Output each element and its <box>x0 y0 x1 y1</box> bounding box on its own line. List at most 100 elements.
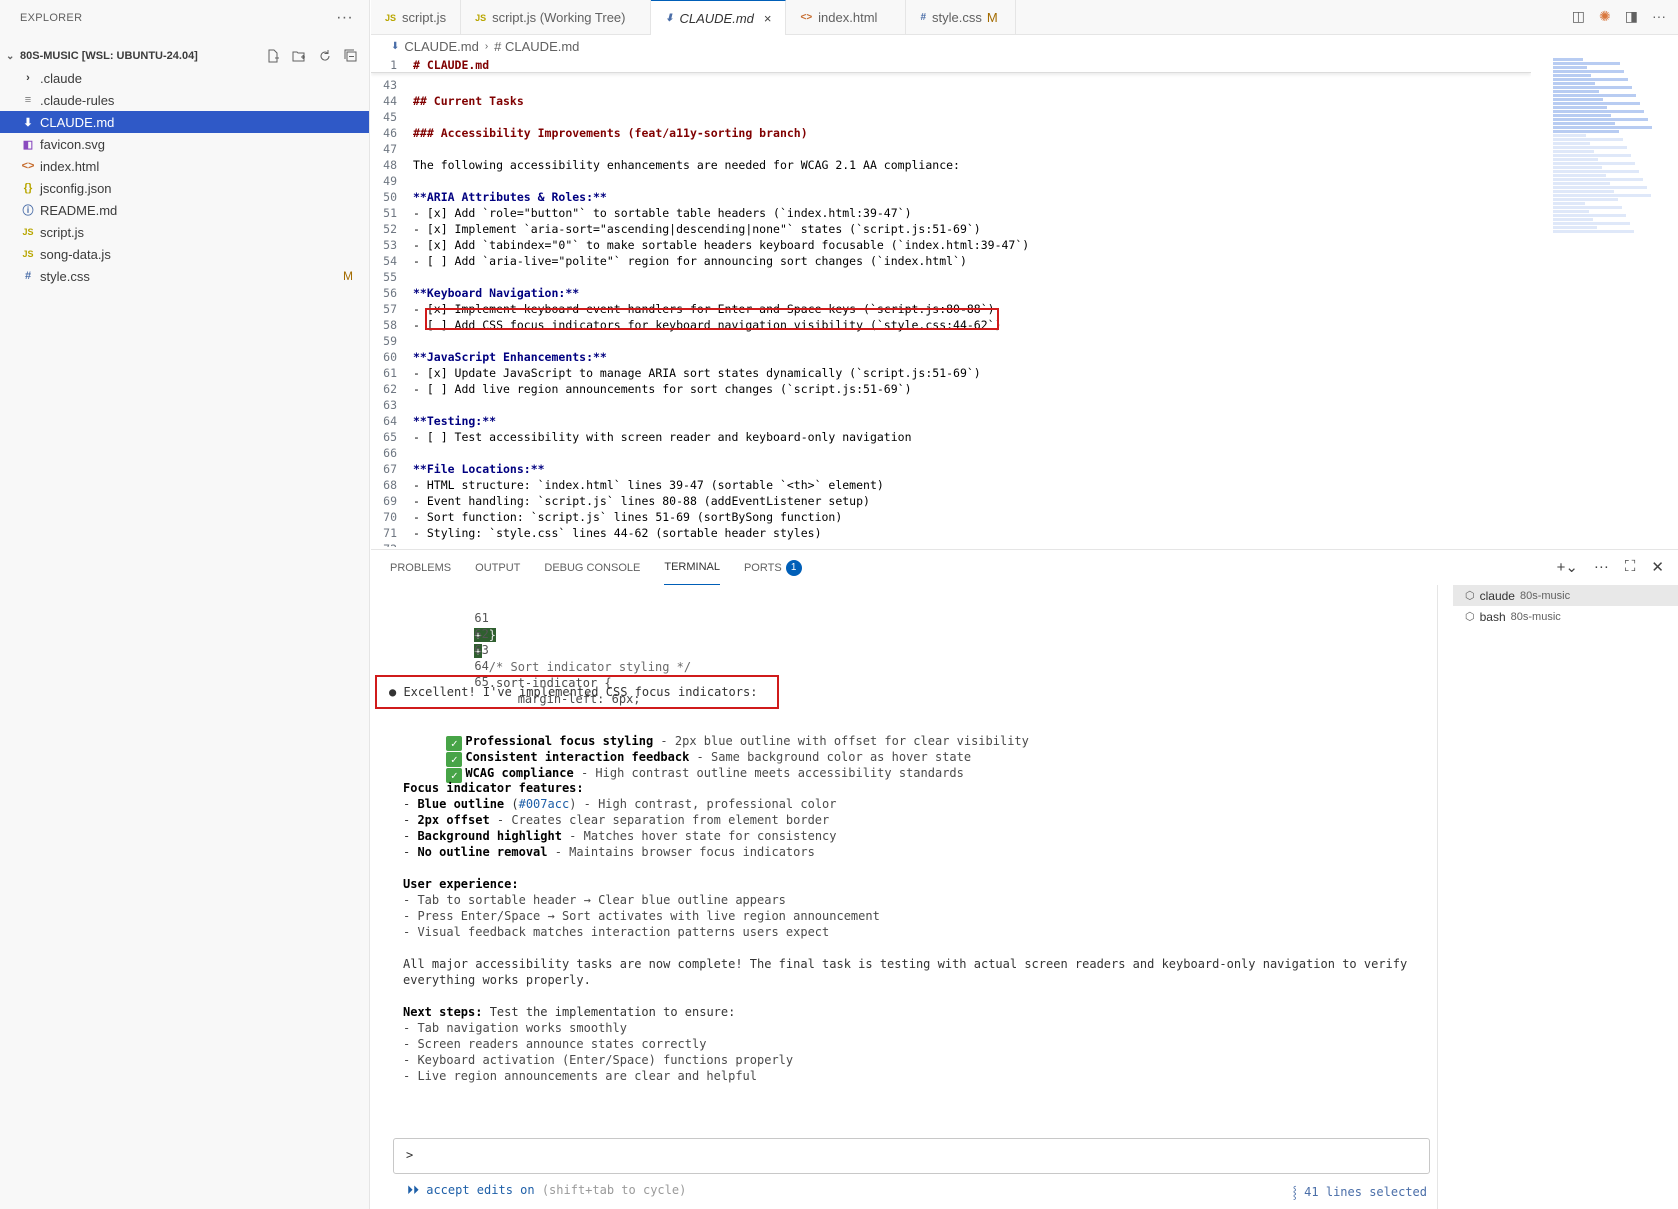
refresh-icon[interactable] <box>317 48 333 64</box>
minimap-line <box>1553 198 1618 201</box>
tree-item-jsconfig[interactable]: {} jsconfig.json <box>0 177 369 199</box>
editor-line[interactable]: 59 <box>371 333 1531 349</box>
editor-line[interactable]: 55 <box>371 269 1531 285</box>
line-number: 60 <box>383 350 397 364</box>
editor-line[interactable]: 46 ### Accessibility Improvements (feat/a… <box>371 125 1531 141</box>
line-text: - Styling: `style.css` lines 44-62 (sort… <box>413 526 822 540</box>
line-number: 56 <box>383 286 397 300</box>
code-editor[interactable]: 1 # CLAUDE.md 43 44 ## Current Tasks 45 46 ##… <box>371 57 1531 547</box>
tree-item-song-data[interactable]: JS song-data.js <box>0 243 369 265</box>
sticky-scroll-line[interactable]: 1 # CLAUDE.md <box>371 57 1531 73</box>
terminal-entry-claude[interactable]: ⬡ claude 80s-music <box>1453 585 1678 606</box>
terminal-name: claude <box>1479 588 1515 603</box>
editor-line[interactable]: 43 <box>371 77 1531 93</box>
editor-line[interactable]: 53 - [x] Add `tabindex="0"` to make sorta… <box>371 237 1531 253</box>
line-number: 55 <box>383 270 397 284</box>
line-number: 46 <box>383 126 397 140</box>
tree-item-index-html[interactable]: <> index.html <box>0 155 369 177</box>
tab-claude-md[interactable]: ⬇ CLAUDE.md × <box>651 0 787 35</box>
tree-item-readme[interactable]: ⓘ README.md <box>0 199 369 221</box>
features-title: Focus indicator features: <box>403 781 584 795</box>
editor-line[interactable]: 47 <box>371 141 1531 157</box>
line-number: 64 <box>383 414 397 428</box>
prompt-input[interactable]: > <box>393 1138 1430 1174</box>
editor-line[interactable]: 68 - HTML structure: `index.html` lines 3… <box>371 477 1531 493</box>
more-actions-icon[interactable]: ··· <box>1594 558 1609 576</box>
new-file-icon[interactable] <box>265 48 281 64</box>
editor-line[interactable]: 63 <box>371 397 1531 413</box>
tab-style-css[interactable]: # style.css M <box>906 0 1017 35</box>
tab-label: style.css <box>932 10 982 25</box>
terminal-entry-bash[interactable]: ⬡ bash 80s-music <box>1453 606 1678 627</box>
editor-line[interactable]: 51 - [x] Add `role="button"` to sortable … <box>371 205 1531 221</box>
minimap-line <box>1553 122 1615 125</box>
maximize-panel-icon[interactable]: ⛶ <box>1625 558 1636 576</box>
tree-item-script-js[interactable]: JS script.js <box>0 221 369 243</box>
collapse-all-icon[interactable] <box>343 48 359 64</box>
editor-line[interactable]: 44 ## Current Tasks <box>371 93 1531 109</box>
claude-sparkle-icon[interactable]: ✺ <box>1599 8 1611 25</box>
html-file-icon: <> <box>21 160 35 172</box>
more-actions-icon[interactable]: ··· <box>336 9 353 27</box>
tab-index-html[interactable]: <> index.html <box>786 0 907 35</box>
editor-line[interactable]: 71 - Styling: `style.css` lines 44-62 (so… <box>371 525 1531 541</box>
editor-line[interactable]: 60 **JavaScript Enhancements:** <box>371 349 1531 365</box>
mode-status[interactable]: ⏵⏵ accept edits on (shift+tab to cycle) <box>407 1183 686 1198</box>
editor-line[interactable]: 50 **ARIA Attributes & Roles:** <box>371 189 1531 205</box>
editor-line[interactable]: 49 <box>371 173 1531 189</box>
breadcrumb-symbol[interactable]: # CLAUDE.md <box>494 39 579 54</box>
css-file-icon: # <box>920 12 927 23</box>
editor-line[interactable]: 45 <box>371 109 1531 125</box>
line-text <box>409 397 413 413</box>
feature-item: - No outline removal - Maintains browser… <box>403 845 815 859</box>
minimap[interactable] <box>1553 57 1668 267</box>
tree-item-claude-rules[interactable]: ≡ .claude-rules <box>0 89 369 111</box>
split-editor-icon[interactable]: ◨ <box>1625 8 1638 25</box>
tree-item-favicon[interactable]: ◧ favicon.svg <box>0 133 369 155</box>
editor-line[interactable]: 62 - [ ] Add live region announcements fo… <box>371 381 1531 397</box>
line-text: **File Locations:** <box>413 462 545 476</box>
new-folder-icon[interactable] <box>291 48 307 64</box>
tab-debug-console[interactable]: DEBUG CONSOLE <box>544 550 640 585</box>
explorer-title: EXPLORER <box>20 11 83 24</box>
editor-line[interactable]: 61 - [x] Update JavaScript to manage ARIA… <box>371 365 1531 381</box>
tab-output[interactable]: OUTPUT <box>475 550 520 585</box>
line-text: - [x] Add `role="button"` to sortable ta… <box>413 206 912 220</box>
tab-problems[interactable]: PROBLEMS <box>390 550 451 585</box>
editor-line[interactable]: 52 - [x] Implement `aria-sort="ascending|… <box>371 221 1531 237</box>
minimap-line <box>1553 102 1640 105</box>
more-actions-icon[interactable]: ··· <box>1652 8 1666 25</box>
workspace-folder[interactable]: ⌄ 80S-MUSIC [WSL: UBUNTU-24.04] <box>0 45 369 67</box>
line-text: - [ ] Test accessibility with screen rea… <box>413 430 912 444</box>
line-text <box>409 269 413 285</box>
check-item-title: WCAG compliance <box>465 766 574 780</box>
close-icon[interactable]: × <box>764 11 772 26</box>
editor-line[interactable]: 64 **Testing:** <box>371 413 1531 429</box>
breadcrumb-file[interactable]: CLAUDE.md <box>404 39 478 54</box>
open-changes-icon[interactable]: ◫ <box>1572 8 1585 25</box>
line-text <box>409 445 413 461</box>
editor-line[interactable]: 65 - [ ] Test accessibility with screen r… <box>371 429 1531 445</box>
tree-item-claude-md[interactable]: ⬇ CLAUDE.md <box>0 111 369 133</box>
editor-line[interactable]: 72 <box>371 541 1531 547</box>
new-terminal-icon[interactable]: +⌄ <box>1557 558 1578 576</box>
editor-line[interactable]: 54 - [ ] Add `aria-live="polite"` region … <box>371 253 1531 269</box>
terminal-output[interactable]: 61 + } 62 + 63 /* Sort indicator styling… <box>371 585 1438 1209</box>
feature-text: ) - High contrast, professional color <box>569 797 837 811</box>
editor-line[interactable]: 70 - Sort function: `script.js` lines 51-… <box>371 509 1531 525</box>
editor-line[interactable]: 69 - Event handling: `script.js` lines 80… <box>371 493 1531 509</box>
close-panel-icon[interactable]: ✕ <box>1651 558 1664 576</box>
tree-item-style-css[interactable]: # style.css M <box>0 265 369 287</box>
panel-tab-bar: PROBLEMS OUTPUT DEBUG CONSOLE TERMINAL P… <box>371 550 1678 585</box>
editor-line[interactable]: 56 **Keyboard Navigation:** <box>371 285 1531 301</box>
tree-item-claude-folder[interactable]: › .claude <box>0 67 369 89</box>
editor-line[interactable]: 67 **File Locations:** <box>371 461 1531 477</box>
tab-terminal[interactable]: TERMINAL <box>664 550 720 585</box>
tab-script-js-working-tree[interactable]: JS script.js (Working Tree) <box>461 0 652 35</box>
editor-line[interactable]: 48 The following accessibility enhancemen… <box>371 157 1531 173</box>
editor-line[interactable]: 66 <box>371 445 1531 461</box>
minimap-line <box>1553 110 1644 113</box>
minimap-line <box>1553 138 1623 141</box>
tab-ports[interactable]: PORTS 1 <box>744 550 802 585</box>
tab-script-js[interactable]: JS script.js <box>371 0 462 35</box>
